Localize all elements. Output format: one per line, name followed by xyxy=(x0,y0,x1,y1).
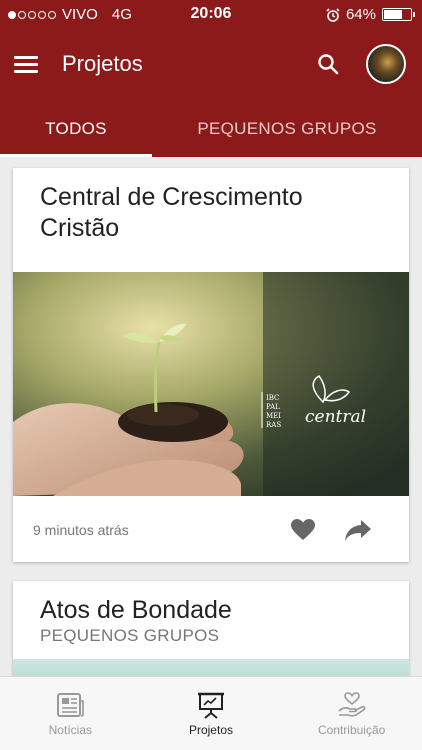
tab-pequenos-grupos[interactable]: PEQUENOS GRUPOS xyxy=(152,100,422,157)
card-title: Atos de Bondade xyxy=(40,596,232,624)
bottom-nav: Notícias Projetos Contribuição xyxy=(0,676,422,750)
battery-icon xyxy=(382,8,415,21)
project-card[interactable]: Central de Crescimento Cristão IBC PAL M… xyxy=(13,168,409,562)
newspaper-icon xyxy=(57,693,85,717)
heart-icon[interactable] xyxy=(290,518,316,542)
tab-bar: TODOS PEQUENOS GRUPOS xyxy=(0,100,422,157)
nav-item-contribuicao[interactable]: Contribuição xyxy=(281,677,422,750)
nav-label-contribuicao: Contribuição xyxy=(317,723,386,737)
alarm-icon xyxy=(326,7,340,22)
card-timestamp: 9 minutos atrás xyxy=(33,522,129,538)
heart-hand-icon xyxy=(338,692,366,717)
project-card[interactable]: Atos de Bondade PEQUENOS GRUPOS xyxy=(13,581,409,691)
battery-percent: 64% xyxy=(345,6,376,23)
logo-text-line-3: MEI xyxy=(266,412,281,420)
logo-text-line-2: PAL xyxy=(266,403,280,411)
nav-label-projetos: Projetos xyxy=(188,723,233,737)
tab-pequenos-grupos-label: PEQUENOS GRUPOS xyxy=(197,118,377,138)
card-subtitle: PEQUENOS GRUPOS xyxy=(40,626,220,645)
nav-item-noticias[interactable]: Notícias xyxy=(0,677,141,750)
screen: VIVO 4G 20:06 64% Projetos TODOS PEQUENO… xyxy=(0,0,422,750)
logo-brand-text: central xyxy=(305,407,366,427)
card-image[interactable]: IBC PAL MEI RAS central xyxy=(13,272,409,496)
tab-active-indicator xyxy=(0,154,152,157)
page-title: Projetos xyxy=(62,51,143,76)
tab-todos[interactable]: TODOS xyxy=(0,100,152,157)
card-title: Central de Crescimento Cristão xyxy=(40,183,303,242)
tab-todos-label: TODOS xyxy=(45,118,107,138)
logo-text-line-4: RAS xyxy=(266,421,281,429)
status-right: 64% xyxy=(326,6,415,23)
seedling-hands-image: IBC PAL MEI RAS central xyxy=(13,272,409,496)
nav-item-projetos[interactable]: Projetos xyxy=(141,677,282,750)
nav-label-noticias: Notícias xyxy=(48,723,92,737)
search-icon[interactable] xyxy=(316,52,340,76)
hamburger-menu-icon[interactable] xyxy=(14,56,38,74)
status-bar: VIVO 4G 20:06 64% xyxy=(0,0,422,30)
logo-text-line-1: IBC xyxy=(266,394,279,402)
share-icon[interactable] xyxy=(344,518,372,542)
avatar[interactable] xyxy=(366,44,406,84)
presentation-icon xyxy=(197,692,224,719)
app-bar: Projetos xyxy=(0,30,422,100)
